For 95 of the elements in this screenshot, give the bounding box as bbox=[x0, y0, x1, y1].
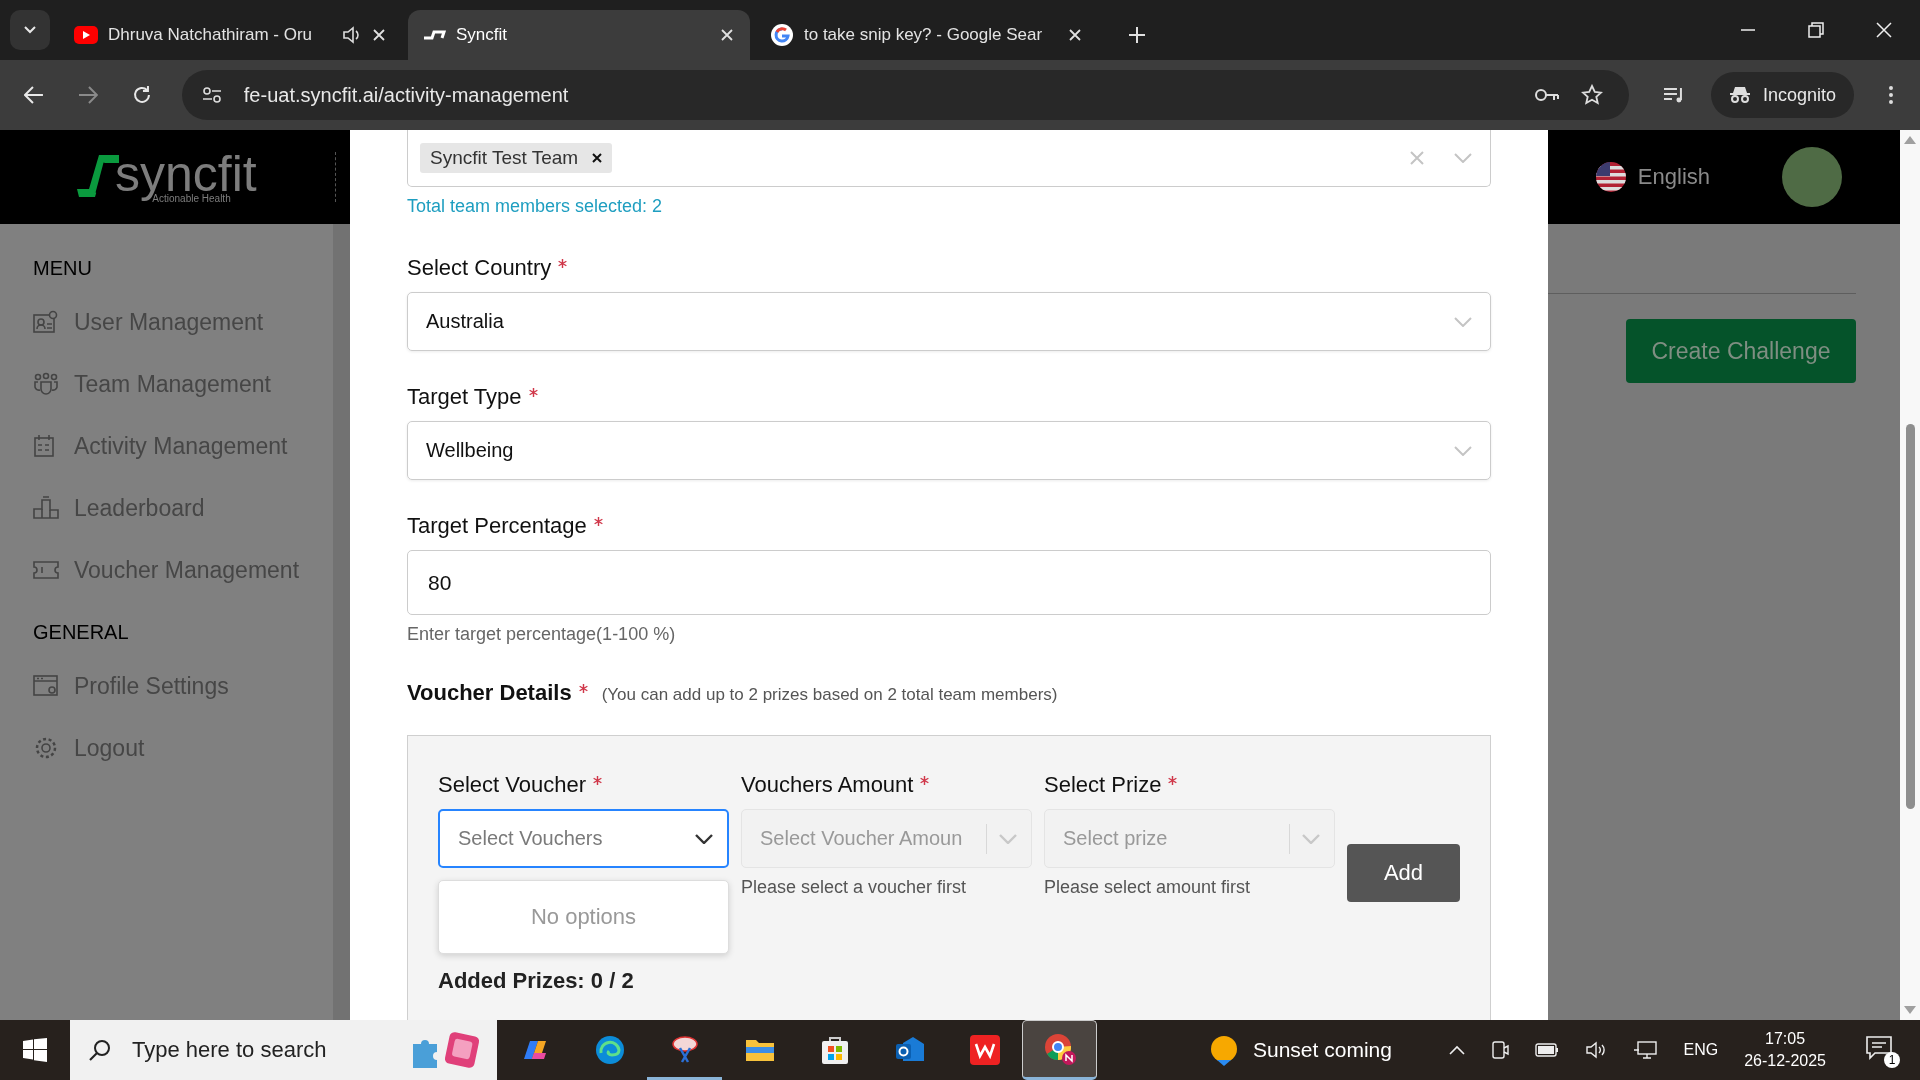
google-g-icon bbox=[770, 23, 794, 47]
battery-icon[interactable] bbox=[1535, 1043, 1560, 1057]
section-note: (You can add up to 2 prizes based on 2 total team members) bbox=[601, 685, 1058, 705]
shopping-bag-icon bbox=[820, 1035, 849, 1065]
add-button[interactable]: Add bbox=[1347, 844, 1460, 902]
incognito-icon bbox=[1728, 86, 1751, 104]
required-asterisk-icon bbox=[920, 776, 930, 785]
taskbar-search-field[interactable]: Type here to search bbox=[70, 1020, 497, 1080]
language-selector[interactable]: English bbox=[1595, 162, 1710, 192]
sidebar-section-title: MENU bbox=[32, 256, 93, 281]
key-icon[interactable] bbox=[1535, 88, 1560, 102]
scrollbar-thumb[interactable] bbox=[1905, 424, 1915, 809]
chrome-app-button[interactable] bbox=[1022, 1020, 1097, 1080]
back-arrow-icon[interactable] bbox=[24, 86, 44, 104]
browser-tab[interactable]: Syncfit bbox=[408, 10, 750, 60]
speaker-icon[interactable] bbox=[1585, 1041, 1608, 1059]
folder-icon bbox=[744, 1037, 775, 1063]
required-asterisk-icon bbox=[558, 259, 568, 268]
input-field[interactable]: 80 bbox=[407, 550, 1491, 615]
notification-count: 1 bbox=[1884, 1052, 1900, 1068]
search-icon bbox=[88, 1038, 112, 1062]
chevron-down-icon bbox=[1302, 833, 1320, 844]
chevron-down-icon bbox=[23, 25, 37, 35]
window-settings-icon bbox=[33, 674, 59, 698]
section-title: Voucher Details bbox=[407, 680, 572, 706]
notifications-button[interactable]: 1 bbox=[1862, 1032, 1900, 1068]
team-count-note: Total team members selected: 2 bbox=[407, 196, 664, 216]
required-asterisk-icon bbox=[528, 388, 538, 397]
close-icon[interactable] bbox=[1876, 22, 1892, 38]
taskbar-clock[interactable]: 17:05 26-12-2025 bbox=[1744, 1028, 1826, 1072]
restore-icon[interactable] bbox=[1808, 22, 1824, 38]
wave-circle-icon bbox=[594, 1035, 625, 1065]
field-label: Target Percentage bbox=[407, 513, 587, 539]
browser-circle-icon bbox=[1042, 1032, 1077, 1066]
weather-widget[interactable]: Sunset coming bbox=[1207, 1034, 1392, 1066]
menu-icon[interactable] bbox=[1888, 85, 1894, 105]
required-asterisk-icon bbox=[593, 517, 603, 526]
gear-icon bbox=[33, 736, 59, 760]
field-label: Target Type bbox=[407, 384, 522, 410]
field-hint: Enter target percentage(1-100 %) bbox=[407, 624, 677, 644]
chevron-down-icon bbox=[1454, 316, 1472, 327]
star-icon[interactable] bbox=[1581, 84, 1604, 106]
close-icon[interactable] bbox=[372, 28, 386, 42]
site-settings-icon[interactable] bbox=[201, 86, 222, 104]
input-language[interactable]: ENG bbox=[1683, 1041, 1719, 1059]
us-flag-icon bbox=[1595, 162, 1626, 192]
tab-title: to take snip key? - Google Sear bbox=[804, 25, 1044, 45]
incognito-button[interactable]: Incognito bbox=[1710, 72, 1855, 118]
video-play-icon bbox=[74, 26, 98, 44]
w-letter-icon bbox=[969, 1035, 1000, 1065]
team-chip: Syncfit Test Team bbox=[420, 143, 613, 173]
remove-icon[interactable] bbox=[592, 153, 603, 163]
team-select[interactable]: Syncfit Test Team bbox=[407, 130, 1491, 187]
reload-icon[interactable] bbox=[131, 85, 152, 105]
empty-options-text: No options bbox=[530, 904, 637, 930]
field-hint: Please select a voucher first bbox=[741, 876, 968, 898]
select-field[interactable]: Select Vouchers bbox=[438, 809, 729, 868]
select-field[interactable]: Australia bbox=[407, 292, 1491, 351]
chevron-down-icon bbox=[1454, 445, 1472, 456]
close-icon[interactable] bbox=[720, 28, 734, 42]
tab-title: Dhruva Natchathiram - Oru bbox=[108, 25, 314, 45]
field-label: Select Voucher bbox=[438, 772, 586, 798]
media-control-icon[interactable] bbox=[1663, 86, 1685, 104]
chevron-up-icon[interactable] bbox=[1449, 1045, 1466, 1055]
browser-tab[interactable]: to take snip key? - Google Sear bbox=[756, 10, 1098, 60]
podium-icon bbox=[33, 496, 59, 520]
speaker-icon[interactable] bbox=[342, 26, 362, 44]
chevron-down-icon bbox=[695, 833, 713, 844]
field-label: Select Prize bbox=[1044, 772, 1162, 798]
required-asterisk-icon bbox=[578, 684, 588, 693]
field-label: Select Country bbox=[407, 255, 552, 281]
tab-title: Syncfit bbox=[456, 25, 509, 45]
forward-arrow-icon[interactable] bbox=[77, 86, 98, 104]
close-icon[interactable] bbox=[1068, 28, 1082, 42]
new-tab-icon[interactable] bbox=[1128, 26, 1146, 44]
network-monitor-icon[interactable] bbox=[1633, 1040, 1658, 1060]
scrollbar[interactable] bbox=[1900, 130, 1920, 1020]
avatar-photo-placeholder[interactable] bbox=[1782, 147, 1842, 207]
address-bar[interactable]: fe-uat.syncfit.ai/activity-management bbox=[181, 70, 1630, 120]
select-field[interactable]: Wellbeing bbox=[407, 421, 1491, 480]
required-asterisk-icon bbox=[593, 776, 602, 785]
user-card-icon bbox=[33, 310, 59, 334]
required-asterisk-icon bbox=[1168, 776, 1178, 785]
browser-tab[interactable]: Dhruva Natchathiram - Oru bbox=[60, 10, 402, 60]
field-hint: Please select amount first bbox=[1044, 876, 1252, 898]
ticket-icon bbox=[33, 558, 59, 582]
scissors-icon bbox=[669, 1033, 700, 1064]
field-label: Vouchers Amount bbox=[741, 772, 914, 798]
windows-start-icon[interactable] bbox=[23, 1038, 47, 1062]
chevron-down-icon bbox=[999, 833, 1017, 844]
sidebar-section-title: GENERAL bbox=[32, 620, 130, 645]
site-logo-icon bbox=[422, 28, 446, 42]
added-prizes-count: Added Prizes: 0 / 2 bbox=[438, 968, 635, 994]
camera-share-icon[interactable] bbox=[1491, 1040, 1510, 1060]
team-icon bbox=[33, 372, 59, 396]
